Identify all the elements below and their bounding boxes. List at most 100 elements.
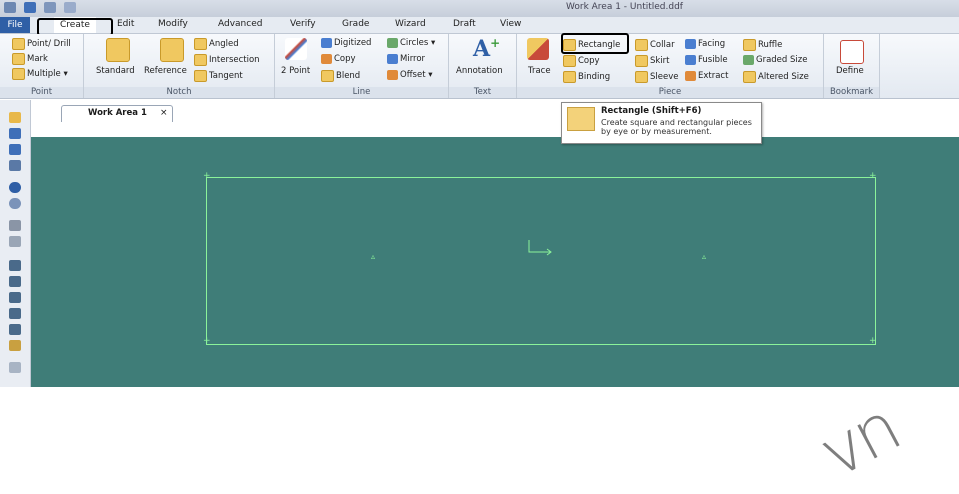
digitized-line-button[interactable]: Digitized <box>321 38 371 48</box>
group-point-label: Point <box>0 87 83 98</box>
zoom-window-icon[interactable] <box>9 292 21 303</box>
annotation-button[interactable]: Annotation <box>456 66 503 76</box>
blend-line-button[interactable]: Blend <box>321 70 360 82</box>
grainline-notch-left: ▵ <box>371 252 376 261</box>
angled-icon <box>194 38 207 50</box>
menu-draft[interactable]: Draft <box>453 19 476 29</box>
mirror-button[interactable]: Mirror <box>387 54 425 64</box>
trace-icon <box>527 38 549 60</box>
group-line-label: Line <box>275 87 448 98</box>
grainline-notch-right: ▵ <box>702 252 707 261</box>
menu-modify[interactable]: Modify <box>158 19 188 29</box>
grid-icon[interactable] <box>9 362 21 373</box>
menu-verify[interactable]: Verify <box>290 19 316 29</box>
menu-edit[interactable]: Edit <box>117 19 134 29</box>
zoom-in-icon[interactable] <box>9 260 21 271</box>
redo-icon[interactable] <box>9 198 21 209</box>
undo-quick-icon[interactable] <box>44 2 56 13</box>
corner-point-bottom-right[interactable]: + <box>869 336 877 346</box>
save-icon[interactable] <box>9 128 21 139</box>
binding-icon <box>563 71 576 83</box>
zoom-extents-icon[interactable] <box>9 308 21 319</box>
group-text: A+ Annotation Text <box>449 34 517 98</box>
plot-icon[interactable] <box>9 236 21 247</box>
menu-bar: File Create Edit Modify Advanced Verify … <box>0 17 959 34</box>
fusible-button[interactable]: Fusible <box>685 55 728 65</box>
save-quick-icon[interactable] <box>24 2 36 13</box>
facing-button[interactable]: Facing <box>685 39 725 49</box>
trace-button[interactable]: Trace <box>528 66 551 76</box>
collar-button[interactable]: Collar <box>635 39 675 51</box>
menu-file[interactable]: File <box>0 17 30 33</box>
corner-point-top-right[interactable]: + <box>869 171 877 181</box>
menu-grade[interactable]: Grade <box>342 19 369 29</box>
annotation-icon: A+ <box>473 36 501 62</box>
close-tab-icon[interactable]: × <box>160 108 168 118</box>
ruffle-button[interactable]: Ruffle <box>743 39 782 51</box>
skirt-button[interactable]: Skirt <box>635 55 670 67</box>
define-bookmark-button[interactable]: Define <box>836 66 864 76</box>
tab-work-area-1-label: Work Area 1 <box>88 108 147 118</box>
save-all-icon[interactable] <box>9 144 21 155</box>
pan-icon[interactable] <box>9 340 21 351</box>
open-folder-icon[interactable] <box>9 112 21 123</box>
ruffle-icon <box>743 39 756 51</box>
zoom-previous-icon[interactable] <box>9 324 21 335</box>
corner-point-bottom-left[interactable]: + <box>203 336 211 346</box>
sleeve-button[interactable]: Sleeve <box>635 71 678 83</box>
reference-notch-button[interactable]: Reference <box>144 66 187 76</box>
two-point-line-icon <box>285 38 307 60</box>
copy-line-button[interactable]: Copy <box>321 54 356 64</box>
facing-icon <box>685 39 696 49</box>
ribbon: Point/ Drill Mark Multiple ▾ Point Stand… <box>0 34 959 99</box>
quick-access-dropdown-icon[interactable] <box>64 2 76 13</box>
menu-view[interactable]: View <box>500 19 521 29</box>
tooltip-title: Rectangle (Shift+F6) <box>601 106 702 116</box>
copy-piece-button[interactable]: Copy <box>563 55 600 67</box>
tangent-notch-button[interactable]: Tangent <box>194 70 243 82</box>
multiple-button[interactable]: Multiple ▾ <box>12 68 68 80</box>
menu-create[interactable]: Create <box>54 17 96 33</box>
point-drill-button[interactable]: Point/ Drill <box>12 38 71 50</box>
circles-button[interactable]: Circles ▾ <box>387 38 435 48</box>
digitized-icon <box>321 38 332 48</box>
copy-line-icon <box>321 54 332 64</box>
define-bookmark-icon <box>840 40 864 64</box>
menu-wizard[interactable]: Wizard <box>395 19 426 29</box>
offset-button[interactable]: Offset ▾ <box>387 70 433 80</box>
print-icon[interactable] <box>9 220 21 231</box>
binding-button[interactable]: Binding <box>563 71 610 83</box>
altered-size-icon <box>743 71 756 83</box>
rectangle-button[interactable]: Rectangle <box>563 39 620 51</box>
blend-icon <box>321 70 334 82</box>
standard-notch-button[interactable]: Standard <box>96 66 135 76</box>
work-area-canvas[interactable]: + + + + ▵ ▵ vn <box>31 137 959 494</box>
menu-advanced[interactable]: Advanced <box>218 19 262 29</box>
point-drill-icon <box>12 38 25 50</box>
mark-button[interactable]: Mark <box>12 53 48 65</box>
zoom-out-icon[interactable] <box>9 276 21 287</box>
window-title: Work Area 1 - Untitled.ddf <box>566 2 683 12</box>
rectangle-tooltip: Rectangle (Shift+F6) Create square and r… <box>561 102 762 144</box>
rectangle-piece[interactable]: + + + + ▵ ▵ <box>203 171 877 346</box>
title-bar: Work Area 1 - Untitled.ddf <box>0 0 959 17</box>
fusible-icon <box>685 55 696 65</box>
intersection-notch-button[interactable]: Intersection <box>194 54 260 66</box>
graded-size-icon <box>743 55 754 65</box>
corner-point-top-left[interactable]: + <box>203 171 211 181</box>
mark-icon <box>12 53 25 65</box>
copy-piece-icon <box>563 55 576 67</box>
save-as-icon[interactable] <box>9 160 21 171</box>
two-point-line-button[interactable]: 2 Point <box>281 66 310 76</box>
mirror-icon <box>387 54 398 64</box>
multiple-icon <box>12 68 25 80</box>
app-icon[interactable] <box>4 2 16 13</box>
group-notch: Standard Reference Angled Intersection T… <box>84 34 275 98</box>
angled-notch-button[interactable]: Angled <box>194 38 239 50</box>
undo-icon[interactable] <box>9 182 21 193</box>
reference-notch-icon <box>160 38 184 62</box>
graded-size-button[interactable]: Graded Size <box>743 55 807 65</box>
altered-size-button[interactable]: Altered Size <box>743 71 809 83</box>
tab-work-area-1[interactable]: Work Area 1 × <box>61 105 173 122</box>
extract-button[interactable]: Extract <box>685 71 728 81</box>
